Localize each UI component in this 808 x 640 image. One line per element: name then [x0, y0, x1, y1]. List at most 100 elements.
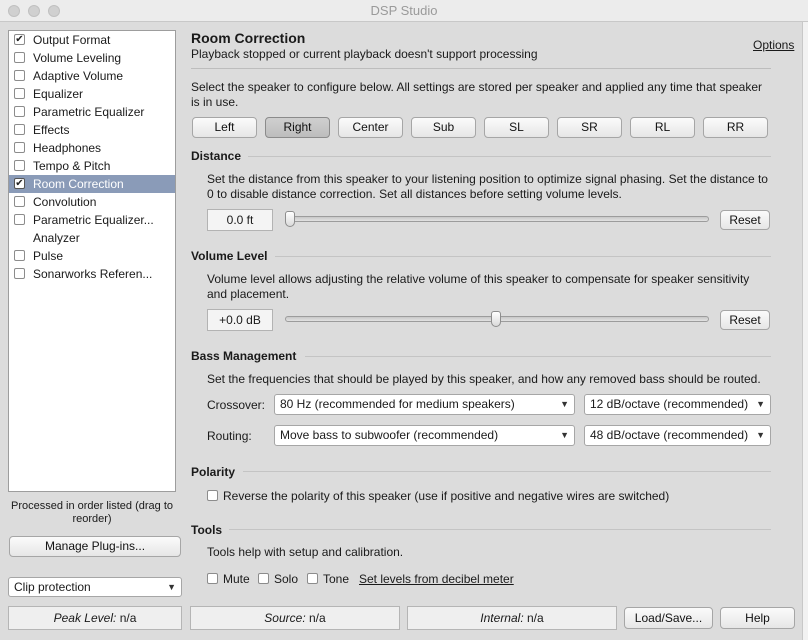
speaker-button-center[interactable]: Center [338, 117, 403, 138]
plugin-label: Tempo & Pitch [33, 159, 111, 173]
clip-protection-select[interactable]: Clip protection ▼ [8, 577, 182, 597]
source-value: n/a [309, 611, 326, 625]
plugin-item[interactable]: Sonarworks Referen... [9, 265, 175, 283]
distance-title: Distance [191, 149, 242, 163]
plugin-label: Output Format [33, 33, 111, 47]
help-button[interactable]: Help [720, 607, 795, 629]
crossover-label: Crossover: [207, 398, 266, 412]
minimize-window-icon[interactable] [28, 5, 40, 17]
crossover-value: 80 Hz (recommended for medium speakers) [280, 397, 515, 411]
plugin-label: Headphones [33, 141, 102, 155]
plugin-checkbox[interactable]: ✔ [14, 178, 25, 189]
window-titlebar: DSP Studio [0, 0, 808, 22]
speaker-button-sl[interactable]: SL [484, 117, 549, 138]
reverse-polarity-checkbox[interactable] [207, 490, 218, 501]
plugin-item[interactable]: Tempo & Pitch [9, 157, 175, 175]
plugin-item[interactable]: Parametric Equalizer... [9, 211, 175, 229]
crossover-slope-select[interactable]: 12 dB/octave (recommended) ▼ [584, 394, 771, 415]
plugin-checkbox[interactable] [14, 52, 25, 63]
distance-reset-button[interactable]: Reset [720, 210, 770, 230]
distance-description: Set the distance from this speaker to yo… [207, 172, 768, 201]
bass-description: Set the frequencies that should be playe… [207, 372, 761, 386]
manage-plugins-button[interactable]: Manage Plug-ins... [9, 536, 181, 557]
plugin-checkbox[interactable] [14, 250, 25, 261]
plugin-checkbox[interactable] [14, 70, 25, 81]
plugin-label: Effects [33, 123, 70, 137]
plugin-checkbox[interactable] [14, 214, 25, 225]
plugin-item[interactable]: Pulse [9, 247, 175, 265]
source-status: Source: n/a [190, 606, 400, 630]
plugin-label: Parametric Equalizer... [33, 213, 154, 227]
peak-level-label: Peak Level: [53, 611, 117, 625]
plugin-item[interactable]: Analyzer [9, 229, 175, 247]
plugin-item[interactable]: ✔ Output Format [9, 31, 175, 49]
distance-slider-thumb[interactable] [285, 211, 295, 227]
tools-title: Tools [191, 523, 223, 537]
speaker-button-rr[interactable]: RR [703, 117, 768, 138]
plugin-item[interactable]: Effects [9, 121, 175, 139]
plugin-list[interactable]: ✔ Output Format Volume Leveling Adaptive Vo… [8, 30, 176, 492]
peak-level-value: n/a [119, 611, 137, 625]
volume-divider [275, 256, 771, 257]
speaker-button-left[interactable]: Left [192, 117, 257, 138]
distance-value[interactable]: 0.0 ft [207, 209, 273, 231]
routing-slope-select[interactable]: 48 dB/octave (recommended) ▼ [584, 425, 771, 446]
polarity-title: Polarity [191, 465, 236, 479]
crossover-select[interactable]: 80 Hz (recommended for medium speakers) … [274, 394, 575, 415]
decibel-meter-link[interactable]: Set levels from decibel meter [359, 572, 514, 586]
dropdown-arrow-icon: ▼ [560, 399, 569, 409]
plugin-item[interactable]: Headphones [9, 139, 175, 157]
source-label: Source: [264, 611, 306, 625]
volume-description: Volume level allows adjusting the relati… [207, 272, 750, 301]
order-note: Processed in order listed (drag to reord… [10, 500, 174, 525]
plugin-label: Parametric Equalizer [33, 105, 145, 119]
dropdown-arrow-icon: ▼ [756, 430, 765, 440]
distance-slider-track[interactable] [285, 216, 709, 222]
volume-title: Volume Level [191, 249, 268, 263]
window-title: DSP Studio [370, 3, 438, 18]
plugin-item[interactable]: Convolution [9, 193, 175, 211]
plugin-label: Analyzer [33, 231, 80, 245]
speaker-button-sub[interactable]: Sub [411, 117, 476, 138]
plugin-item[interactable]: Parametric Equalizer [9, 103, 175, 121]
polarity-divider [243, 471, 771, 472]
options-link[interactable]: Options [753, 38, 794, 52]
plugin-checkbox[interactable]: ✔ [14, 34, 25, 45]
speaker-intro: Select the speaker to configure below. A… [191, 80, 763, 109]
volume-value[interactable]: +0.0 dB [207, 309, 273, 331]
clip-protection-value: Clip protection [14, 580, 91, 594]
plugin-item[interactable]: Volume Leveling [9, 49, 175, 67]
tone-checkbox[interactable] [307, 573, 318, 584]
plugin-item[interactable]: Adaptive Volume [9, 67, 175, 85]
plugin-checkbox[interactable] [14, 106, 25, 117]
speaker-button-right[interactable]: Right [265, 117, 330, 138]
plugin-checkbox[interactable] [14, 88, 25, 99]
solo-label: Solo [274, 572, 299, 586]
solo-checkbox[interactable] [258, 573, 269, 584]
dropdown-arrow-icon: ▼ [756, 399, 765, 409]
panel-subtitle: Playback stopped or current playback doe… [191, 47, 538, 61]
plugin-label: Room Correction [33, 177, 124, 191]
plugin-label: Pulse [33, 249, 64, 263]
plugin-item[interactable]: ✔ Room Correction [9, 175, 175, 193]
plugin-checkbox[interactable] [14, 160, 25, 171]
routing-slope-value: 48 dB/octave (recommended) [590, 428, 749, 442]
volume-reset-button[interactable]: Reset [720, 310, 770, 330]
close-window-icon[interactable] [8, 5, 20, 17]
speaker-button-rl[interactable]: RL [630, 117, 695, 138]
plugin-label: Convolution [33, 195, 97, 209]
plugin-checkbox[interactable] [14, 142, 25, 153]
zoom-window-icon[interactable] [48, 5, 60, 17]
speaker-button-sr[interactable]: SR [557, 117, 622, 138]
load-save-button[interactable]: Load/Save... [624, 607, 713, 629]
volume-slider-thumb[interactable] [491, 311, 501, 327]
tone-label: Tone [323, 572, 350, 586]
routing-select[interactable]: Move bass to subwoofer (recommended) ▼ [274, 425, 575, 446]
plugin-item[interactable]: Equalizer [9, 85, 175, 103]
plugin-checkbox[interactable] [14, 268, 25, 279]
mute-checkbox[interactable] [207, 573, 218, 584]
plugin-checkbox[interactable] [14, 196, 25, 207]
tools-description: Tools help with setup and calibration. [207, 545, 404, 559]
plugin-checkbox[interactable] [14, 124, 25, 135]
distance-divider [248, 156, 771, 157]
